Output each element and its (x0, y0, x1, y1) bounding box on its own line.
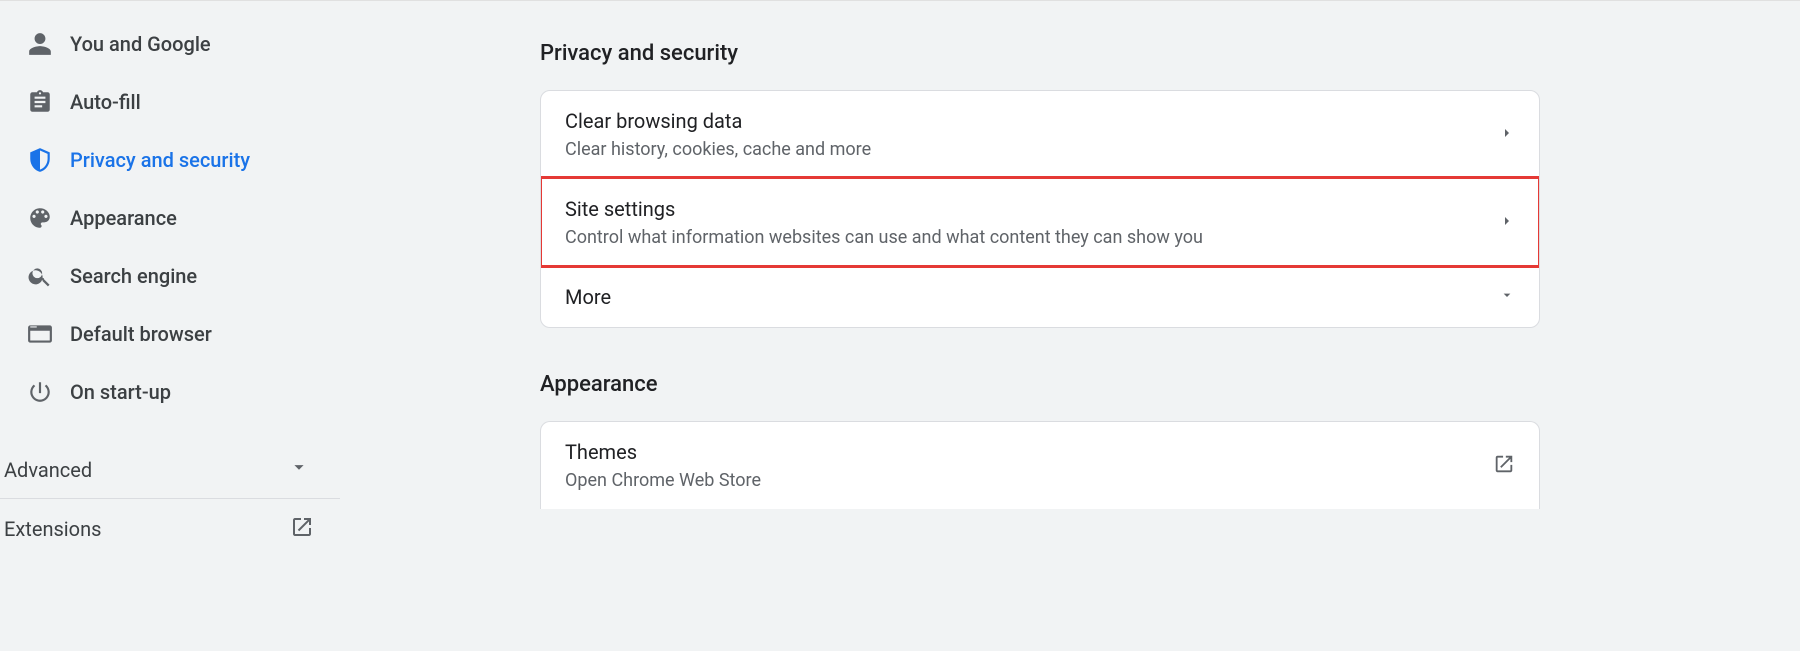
sidebar-item-label: On start-up (70, 380, 171, 404)
sidebar-item-search-engine[interactable]: Search engine (0, 247, 340, 305)
settings-page: You and Google Auto-fill Privacy and sec… (0, 0, 1800, 651)
row-title: Clear browsing data (565, 109, 871, 133)
row-title: More (565, 285, 611, 309)
advanced-toggle[interactable]: Advanced (0, 441, 340, 499)
browser-icon (10, 321, 70, 347)
row-site-settings[interactable]: Site settings Control what information w… (541, 178, 1539, 266)
sidebar-item-label: Search engine (70, 264, 197, 288)
sidebar-item-appearance[interactable]: Appearance (0, 189, 340, 247)
chevron-down-icon (1499, 287, 1515, 307)
sidebar-item-default-browser[interactable]: Default browser (0, 305, 340, 363)
sidebar-item-label: Privacy and security (70, 148, 250, 172)
sidebar-item-label: Appearance (70, 206, 177, 230)
open-in-new-icon (1493, 453, 1515, 479)
main-content: Privacy and security Clear browsing data… (340, 1, 1800, 651)
row-texts: Site settings Control what information w… (565, 197, 1203, 248)
open-in-new-icon (290, 515, 314, 544)
section-heading-appearance: Appearance (540, 372, 1540, 397)
sidebar-item-auto-fill[interactable]: Auto-fill (0, 73, 340, 131)
row-texts: More (565, 285, 611, 309)
extensions-label: Extensions (4, 517, 101, 541)
advanced-label: Advanced (4, 458, 92, 482)
sidebar-item-label: Auto-fill (70, 90, 141, 114)
row-clear-browsing-data[interactable]: Clear browsing data Clear history, cooki… (541, 91, 1539, 178)
row-title: Themes (565, 440, 761, 464)
sidebar: You and Google Auto-fill Privacy and sec… (0, 1, 340, 651)
row-subtitle: Control what information websites can us… (565, 227, 1203, 248)
row-texts: Clear browsing data Clear history, cooki… (565, 109, 871, 160)
sidebar-item-label: You and Google (70, 32, 211, 56)
arrow-right-icon (1499, 125, 1515, 145)
clipboard-icon (10, 89, 70, 115)
arrow-right-icon (1499, 213, 1515, 233)
search-icon (10, 263, 70, 289)
sidebar-item-label: Default browser (70, 322, 212, 346)
sidebar-item-extensions[interactable]: Extensions (0, 499, 340, 559)
privacy-card: Clear browsing data Clear history, cooki… (540, 90, 1540, 328)
shield-icon (10, 147, 70, 173)
sidebar-item-on-start-up[interactable]: On start-up (0, 363, 340, 421)
power-icon (10, 379, 70, 405)
row-more[interactable]: More (541, 266, 1539, 327)
person-icon (10, 31, 70, 57)
sidebar-item-privacy-and-security[interactable]: Privacy and security (0, 131, 340, 189)
palette-icon (10, 205, 70, 231)
appearance-card: Themes Open Chrome Web Store (540, 421, 1540, 509)
row-subtitle: Open Chrome Web Store (565, 470, 761, 491)
sidebar-item-you-and-google[interactable]: You and Google (0, 15, 340, 73)
row-themes[interactable]: Themes Open Chrome Web Store (541, 422, 1539, 509)
section-heading-privacy: Privacy and security (540, 41, 1540, 66)
row-subtitle: Clear history, cookies, cache and more (565, 139, 871, 160)
row-title: Site settings (565, 197, 1203, 221)
row-texts: Themes Open Chrome Web Store (565, 440, 761, 491)
chevron-down-icon (288, 456, 310, 483)
